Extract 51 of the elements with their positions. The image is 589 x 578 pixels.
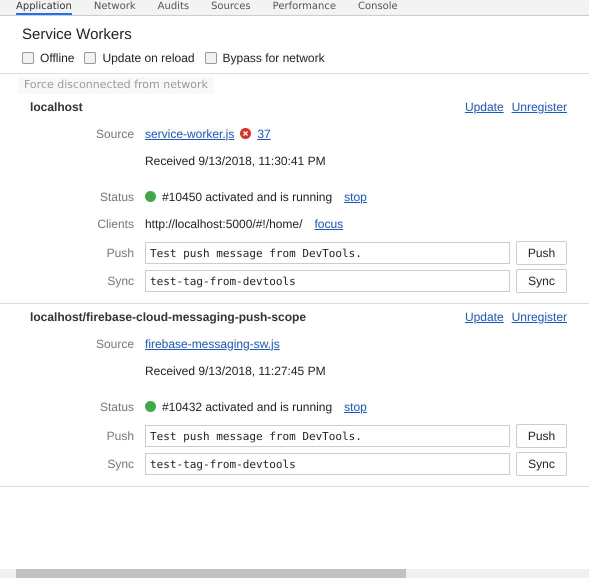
tab[interactable]: Sources bbox=[211, 1, 251, 15]
tab[interactable]: Console bbox=[358, 1, 398, 15]
sync-input[interactable]: test-tag-from-devtools bbox=[145, 270, 510, 292]
push-button[interactable]: Push bbox=[516, 241, 567, 265]
field-label: Status bbox=[98, 400, 135, 414]
scope-name: localhost/firebase-cloud-messaging-push-scope bbox=[30, 310, 306, 324]
tab[interactable]: Audits bbox=[158, 1, 190, 15]
source-link[interactable]: service-worker.js bbox=[145, 126, 234, 140]
link[interactable]: Update bbox=[464, 310, 504, 324]
push-button[interactable]: Push bbox=[516, 424, 567, 448]
source-link[interactable]: firebase-messaging-sw.js bbox=[145, 336, 280, 350]
status-text: #10432 activated and is running bbox=[162, 400, 332, 414]
received-text: Received 9/13/2018, 11:30:41 PM bbox=[145, 154, 326, 168]
sync-input[interactable]: test-tag-from-devtools bbox=[145, 453, 510, 475]
field-label: Status bbox=[98, 190, 135, 204]
focus-link[interactable]: focus bbox=[314, 216, 344, 230]
stop-link[interactable]: stop bbox=[344, 400, 367, 414]
status-text: #10450 activated and is running bbox=[162, 190, 332, 204]
field-label: Sync bbox=[106, 274, 135, 288]
error-count-link[interactable]: 37 bbox=[257, 126, 271, 140]
sync-button[interactable]: Sync bbox=[516, 452, 567, 476]
checkbox[interactable] bbox=[84, 52, 96, 64]
scrollbar[interactable] bbox=[0, 569, 589, 578]
client-url: http://localhost:5000/#!/home/ bbox=[145, 216, 302, 230]
link[interactable]: Unregister bbox=[512, 100, 567, 114]
stop-link[interactable]: stop bbox=[344, 190, 367, 204]
field-label: Sync bbox=[106, 457, 135, 471]
push-input[interactable]: Test push message from DevTools. bbox=[145, 242, 510, 264]
scrollbar-thumb[interactable] bbox=[16, 569, 406, 578]
scope-name: localhost bbox=[30, 100, 83, 114]
field-label: Push bbox=[106, 429, 135, 443]
field-label: Push bbox=[106, 246, 135, 260]
checkbox-label[interactable]: Offline bbox=[40, 51, 74, 65]
checkbox[interactable] bbox=[22, 52, 34, 64]
tab[interactable]: Performance bbox=[272, 1, 336, 15]
tooltip: Force disconnected from network bbox=[18, 77, 214, 94]
checkbox-label[interactable]: Bypass for network bbox=[222, 51, 325, 65]
tab[interactable]: Application bbox=[16, 1, 72, 15]
checkbox[interactable] bbox=[204, 52, 217, 64]
tab[interactable]: Network bbox=[94, 1, 136, 15]
field-label: Clients bbox=[96, 216, 135, 230]
checkbox-label[interactable]: Update on reload bbox=[102, 51, 195, 65]
field-label: Source bbox=[94, 336, 135, 350]
sync-button[interactable]: Sync bbox=[516, 269, 567, 293]
link[interactable]: Update bbox=[464, 100, 504, 114]
section-title: Service Workers bbox=[22, 26, 132, 43]
link[interactable]: Unregister bbox=[512, 310, 567, 324]
field-label: Source bbox=[94, 126, 135, 140]
received-text: Received 9/13/2018, 11:27:45 PM bbox=[145, 364, 326, 378]
push-input[interactable]: Test push message from DevTools. bbox=[145, 425, 510, 447]
error-icon bbox=[240, 128, 252, 139]
